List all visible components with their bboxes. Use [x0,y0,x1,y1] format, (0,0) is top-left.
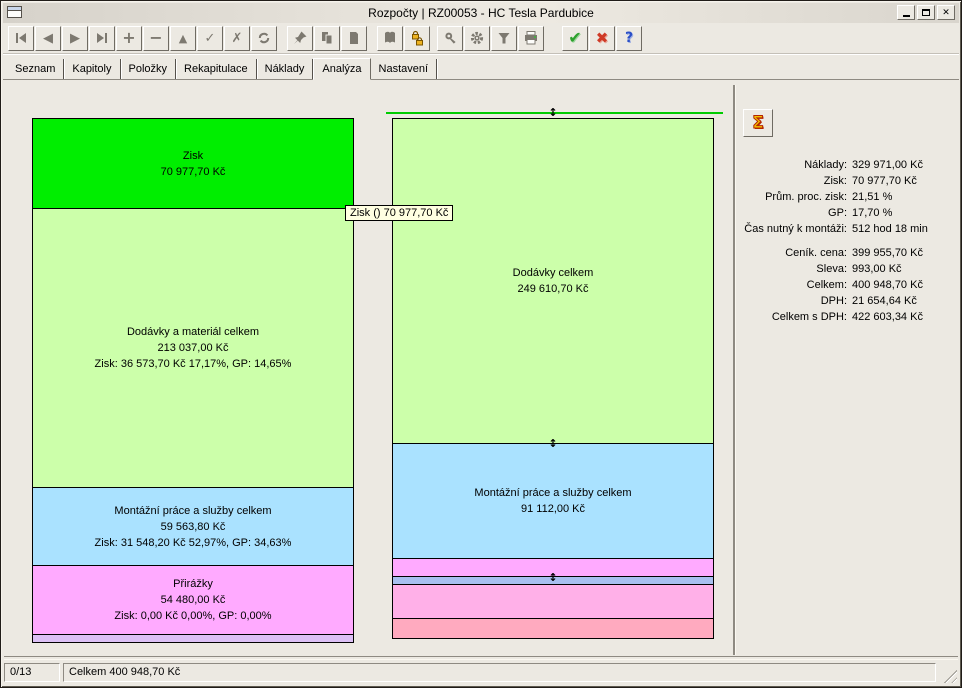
segment-value: 59 563,80 Kč [161,519,226,535]
segment-dodavky-celkem[interactable]: Dodávky celkem 249 610,70 Kč [393,119,713,444]
summary-value: 993,00 Kč [852,261,957,277]
analysis-canvas: Zisk 70 977,70 Kč Dodávky a materiál cel… [1,1,961,687]
segment-dodavky-material[interactable]: Dodávky a materiál celkem 213 037,00 Kč … [33,209,353,488]
status-divider [4,656,958,660]
summary-value: 512 hod 18 min [852,221,957,237]
summary-label: Čas nutný k montáži: [735,221,847,237]
sigma-icon: Σ [752,113,764,133]
summary-value: 21,51 % [852,189,957,205]
segment-name: Přirážky [173,576,213,592]
summary-label: Zisk: [735,173,847,189]
segment-detail: Zisk: 31 548,20 Kč 52,97%, GP: 34,63% [95,535,292,551]
resize-grip[interactable] [942,668,957,683]
summary-value: 399 955,70 Kč [852,245,957,261]
segment-strip-pink[interactable] [393,585,713,619]
status-total: Celkem 400 948,70 Kč [63,663,936,682]
segment-name: Montážní práce a služby celkem [474,485,631,501]
summary-label: DPH: [735,293,847,309]
drag-handle-middle[interactable]: ↕ [547,438,559,450]
segment-detail: Zisk: 0,00 Kč 0,00%, GP: 0,00% [114,608,271,624]
summary-label: Celkem s DPH: [735,309,847,325]
app-window: Rozpočty | RZ00053 - HC Tesla Pardubice … [0,0,962,688]
segment-name: Montážní práce a služby celkem [114,503,271,519]
left-cost-bar: Zisk 70 977,70 Kč Dodávky a materiál cel… [32,118,354,643]
record-counter: 0/13 [4,663,60,682]
summary-label: Celkem: [735,277,847,293]
sum-sigma-button[interactable]: Σ [743,109,773,137]
summary-value: 329 971,00 Kč [852,157,957,173]
segment-name: Zisk [183,148,203,164]
summary-label: Ceník. cena: [735,245,847,261]
segment-value: 91 112,00 Kč [521,501,585,517]
chart-tooltip: Zisk () 70 977,70 Kč [345,205,453,221]
segment-value: 249 610,70 Kč [518,281,589,297]
summary-label: Náklady: [735,157,847,173]
segment-value: 70 977,70 Kč [161,164,226,180]
segment-strip-rose[interactable] [393,619,713,638]
segment-prirazky[interactable]: Přirážky 54 480,00 Kč Zisk: 0,00 Kč 0,00… [33,566,353,635]
status-bar: 0/13 Celkem 400 948,70 Kč [4,662,958,684]
summary-label: GP: [735,205,847,221]
summary-value: 17,70 % [852,205,957,221]
summary-value: 400 948,70 Kč [852,277,957,293]
segment-name: Dodávky a materiál celkem [127,324,259,340]
drag-handle-top[interactable]: ↕ [547,107,559,119]
summary-label: Sleva: [735,261,847,277]
segment-detail: Zisk: 36 573,70 Kč 17,17%, GP: 14,65% [95,356,292,372]
segment-name: Dodávky celkem [513,265,594,281]
summary-value: 70 977,70 Kč [852,173,957,189]
summary-value: 21 654,64 Kč [852,293,957,309]
segment-zisk[interactable]: Zisk 70 977,70 Kč [33,119,353,209]
segment-thin-strip[interactable] [33,635,353,642]
drag-handle-bottom[interactable]: ↕ [547,572,559,584]
segment-montazni-prace[interactable]: Montážní práce a služby celkem 59 563,80… [33,488,353,566]
right-price-bar: Dodávky celkem 249 610,70 Kč Montážní pr… [392,118,714,639]
summary-panel: Náklady:329 971,00 Kč Zisk:70 977,70 Kč … [735,157,957,325]
segment-value: 54 480,00 Kč [161,592,226,608]
summary-value: 422 603,34 Kč [852,309,957,325]
segment-value: 213 037,00 Kč [158,340,229,356]
summary-label: Prům. proc. zisk: [735,189,847,205]
segment-montazni-prace-celkem[interactable]: Montážní práce a služby celkem 91 112,00… [393,444,713,559]
